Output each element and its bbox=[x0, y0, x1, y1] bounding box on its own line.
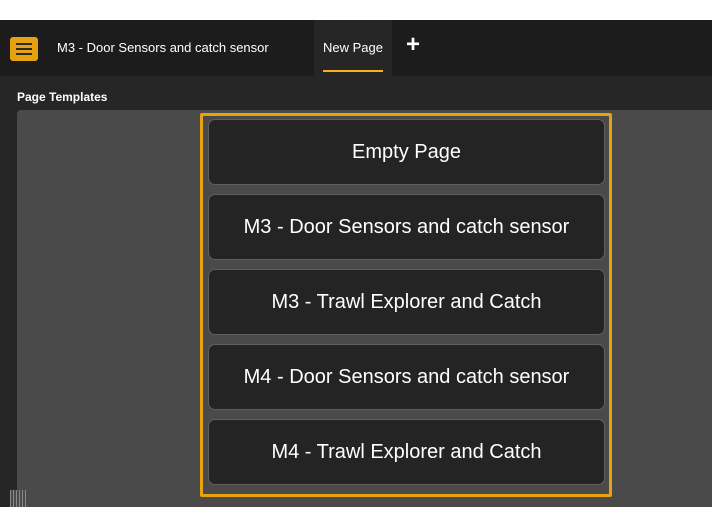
tab-label: New Page bbox=[323, 40, 383, 55]
template-empty-page-button[interactable]: Empty Page bbox=[208, 119, 605, 185]
section-title: Page Templates bbox=[17, 90, 108, 104]
app-window: M3 - Door Sensors and catch sensor New P… bbox=[0, 0, 712, 507]
plus-icon: + bbox=[405, 31, 420, 58]
add-tab-button[interactable]: + bbox=[402, 31, 424, 58]
template-m4-trawl-explorer-button[interactable]: M4 - Trawl Explorer and Catch bbox=[208, 419, 605, 485]
active-tab-indicator bbox=[323, 70, 383, 72]
tab-bar: M3 - Door Sensors and catch sensor New P… bbox=[0, 20, 712, 76]
menu-icon-bar bbox=[16, 43, 32, 45]
menu-icon-bar bbox=[16, 48, 32, 50]
tab-new-page[interactable]: New Page bbox=[314, 20, 392, 76]
tab-label: M3 - Door Sensors and catch sensor bbox=[57, 40, 269, 55]
resize-grip[interactable] bbox=[10, 490, 26, 507]
hamburger-menu-button[interactable] bbox=[10, 37, 38, 61]
template-m3-trawl-explorer-button[interactable]: M3 - Trawl Explorer and Catch bbox=[208, 269, 605, 335]
template-m3-door-sensors-button[interactable]: M3 - Door Sensors and catch sensor bbox=[208, 194, 605, 260]
menu-icon-bar bbox=[16, 53, 32, 55]
template-m4-door-sensors-button[interactable]: M4 - Door Sensors and catch sensor bbox=[208, 344, 605, 410]
top-strip bbox=[0, 0, 712, 20]
tab-m3-door-sensors[interactable]: M3 - Door Sensors and catch sensor bbox=[49, 20, 277, 76]
